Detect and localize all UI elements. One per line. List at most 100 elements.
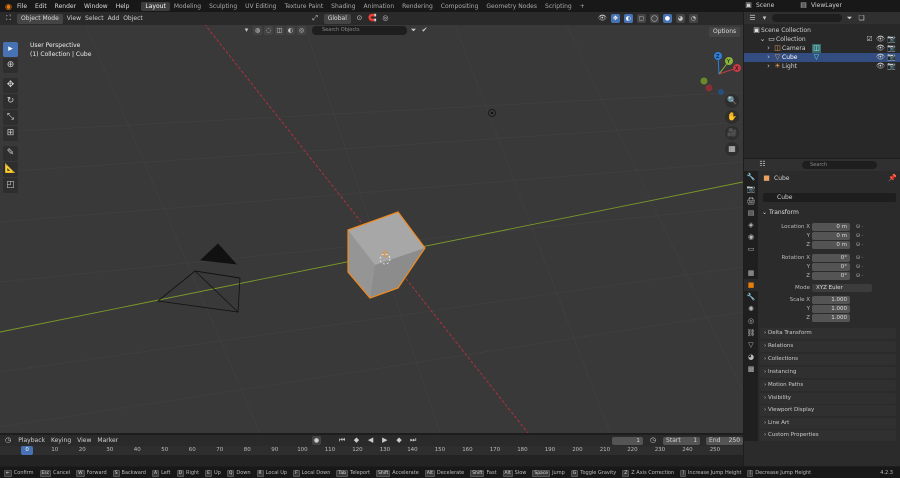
cube-object[interactable] xyxy=(347,211,426,299)
jump-start-icon[interactable]: ⏮ xyxy=(338,436,346,445)
camera-view-icon[interactable]: 🎥 xyxy=(725,126,739,140)
outliner-search-input[interactable] xyxy=(772,14,842,22)
filter-camera-icon[interactable]: ◫ xyxy=(275,26,284,35)
expand-arrow-icon[interactable]: › xyxy=(764,44,773,53)
menu-edit[interactable]: Edit xyxy=(31,3,51,10)
physics-tab-icon[interactable]: ◎ xyxy=(744,315,758,327)
render-camera-icon[interactable]: 📷 xyxy=(887,44,896,53)
overlay-toggle-icon[interactable]: ◐ xyxy=(623,14,633,23)
menu-view[interactable]: View xyxy=(67,15,81,22)
shading-rendered-icon[interactable]: ◔ xyxy=(688,14,698,23)
tab-layout[interactable]: Layout xyxy=(141,1,170,11)
editor-type-icon[interactable]: ⛶ xyxy=(4,14,13,23)
rotation-z-field[interactable]: 0° xyxy=(812,272,850,280)
menu-help[interactable]: Help xyxy=(112,3,134,10)
texture-checker-tab-icon[interactable]: ▩ xyxy=(744,363,758,375)
view-layer-tab-icon[interactable]: ▤ xyxy=(744,207,758,219)
material-tab-icon[interactable]: ◕ xyxy=(744,351,758,363)
constraints-tab-icon[interactable]: ⛓ xyxy=(744,327,758,339)
visibility-icon[interactable]: 👁 xyxy=(598,14,607,23)
scale-tool-icon[interactable]: ⤡ xyxy=(3,110,18,125)
record-icon[interactable]: ● xyxy=(312,436,321,445)
start-frame-field[interactable]: Start 1 xyxy=(663,436,701,445)
lock-icon[interactable]: ⛁ ⋅ xyxy=(856,263,863,272)
tab-animation[interactable]: Animation xyxy=(360,2,399,11)
options-dropdown[interactable]: Options xyxy=(709,27,741,37)
expand-arrow-icon[interactable]: ⌄ xyxy=(758,35,767,44)
lock-icon[interactable]: ⛁ ⋅ xyxy=(856,272,863,281)
tab-texture-paint[interactable]: Texture Paint xyxy=(280,2,327,11)
tab-sculpting[interactable]: Sculpting xyxy=(205,2,241,11)
timeline-view-menu[interactable]: View xyxy=(77,437,91,444)
zoom-icon[interactable]: 🔍 xyxy=(725,94,739,108)
world-tab-icon[interactable]: ◉ xyxy=(744,231,758,243)
outliner-item-cube[interactable]: › ▽ Cube ▽ 👁 📷 xyxy=(744,53,900,62)
jump-end-icon[interactable]: ⏭ xyxy=(409,436,417,445)
xray-toggle-icon[interactable]: ▢ xyxy=(636,14,646,23)
view-layer-name[interactable]: ViewLayer xyxy=(811,2,842,9)
rotation-y-field[interactable]: 0° xyxy=(812,263,850,271)
render-camera-icon[interactable]: 📷 xyxy=(887,53,896,62)
tab-uv-editing[interactable]: UV Editing xyxy=(241,2,280,11)
properties-editor-icon[interactable]: ☷ xyxy=(758,160,767,169)
collection-tab-icon[interactable]: ▭ xyxy=(744,243,758,255)
eye-icon[interactable]: 👁 xyxy=(876,44,885,53)
collection-row[interactable]: ⌄ ▭ Collection ☑ 👁 📷 xyxy=(744,35,900,44)
current-frame-field[interactable]: 1 xyxy=(611,436,643,445)
outliner-filter-icon[interactable]: ⏷ xyxy=(845,14,854,23)
shading-solid-icon[interactable]: ● xyxy=(662,14,672,23)
camera-data-icon[interactable]: ◫ xyxy=(812,44,821,53)
end-frame-field[interactable]: End 250 xyxy=(706,436,744,445)
object-search-input[interactable]: Search Objects xyxy=(312,26,407,35)
tab-shading[interactable]: Shading xyxy=(327,2,359,11)
pan-hand-icon[interactable]: ✋ xyxy=(725,110,739,124)
relations-section[interactable]: › Relations xyxy=(760,341,896,352)
gizmo-toggle-icon[interactable]: ✥ xyxy=(610,14,620,23)
play-icon[interactable]: ▶ xyxy=(381,436,389,445)
tab-modeling[interactable]: Modeling xyxy=(170,2,205,11)
navigation-gizmo[interactable]: X Y Z xyxy=(697,52,741,96)
clock-icon[interactable]: ◷ xyxy=(649,436,657,445)
menu-object[interactable]: Object xyxy=(123,15,143,22)
filter-light-icon[interactable]: ◐ xyxy=(286,26,295,35)
eye-icon[interactable]: 👁 xyxy=(876,62,885,71)
instancing-section[interactable]: › Instancing xyxy=(760,367,896,378)
display-mode-icon[interactable]: ▾ xyxy=(760,14,769,23)
viewport-display-section[interactable]: › Viewport Display xyxy=(760,405,896,416)
scene-name[interactable]: Scene xyxy=(756,2,796,9)
keying-menu[interactable]: Keying xyxy=(51,437,71,444)
menu-add[interactable]: Add xyxy=(108,15,120,22)
check-icon[interactable]: ✔ xyxy=(420,26,429,35)
move-tool-icon[interactable]: ✥ xyxy=(3,78,18,93)
motion-paths-section[interactable]: › Motion Paths xyxy=(760,380,896,391)
add-cube-tool-icon[interactable]: ◰ xyxy=(3,178,18,193)
properties-search-input[interactable]: Search xyxy=(802,161,877,169)
shading-material-icon[interactable]: ◕ xyxy=(675,14,685,23)
menu-window[interactable]: Window xyxy=(80,3,112,10)
pin-icon[interactable]: 📌 xyxy=(888,174,897,183)
expand-arrow-icon[interactable]: › xyxy=(764,53,773,62)
scene-tab-icon[interactable]: ◈ xyxy=(744,219,758,231)
transform-orientation-dropdown[interactable]: Global xyxy=(323,13,351,24)
collections-section[interactable]: › Collections xyxy=(760,354,896,365)
outliner-editor-icon[interactable]: ☰ xyxy=(748,14,757,23)
eye-icon[interactable]: 👁 xyxy=(876,35,885,44)
particles-tab-icon[interactable]: ✺ xyxy=(744,303,758,315)
lock-icon[interactable]: ⛁ ⋅ xyxy=(856,232,863,241)
camera-object[interactable] xyxy=(157,243,241,313)
filter-empty-icon[interactable]: ◎ xyxy=(297,26,306,35)
play-reverse-icon[interactable]: ◀ xyxy=(367,436,375,445)
rotation-x-field[interactable]: 0° xyxy=(812,254,850,262)
visibility-section[interactable]: › Visibility xyxy=(760,393,896,404)
rotation-mode-dropdown[interactable]: XYZ Euler xyxy=(812,284,872,292)
blender-logo-icon[interactable]: ◉ xyxy=(4,2,13,11)
light-object[interactable] xyxy=(488,109,496,117)
lock-icon[interactable]: ⛁ ⋅ xyxy=(856,241,863,250)
location-y-field[interactable]: 0 m xyxy=(812,232,850,240)
menu-file[interactable]: File xyxy=(13,3,31,10)
output-tab-icon[interactable]: 🖨 xyxy=(744,195,758,207)
mesh-data-icon[interactable]: ▽ xyxy=(812,53,821,62)
playback-menu[interactable]: Playback xyxy=(18,437,45,444)
tool-tab-icon[interactable]: 🔧 xyxy=(744,171,758,183)
checkbox-icon[interactable]: ☑ xyxy=(865,35,874,44)
